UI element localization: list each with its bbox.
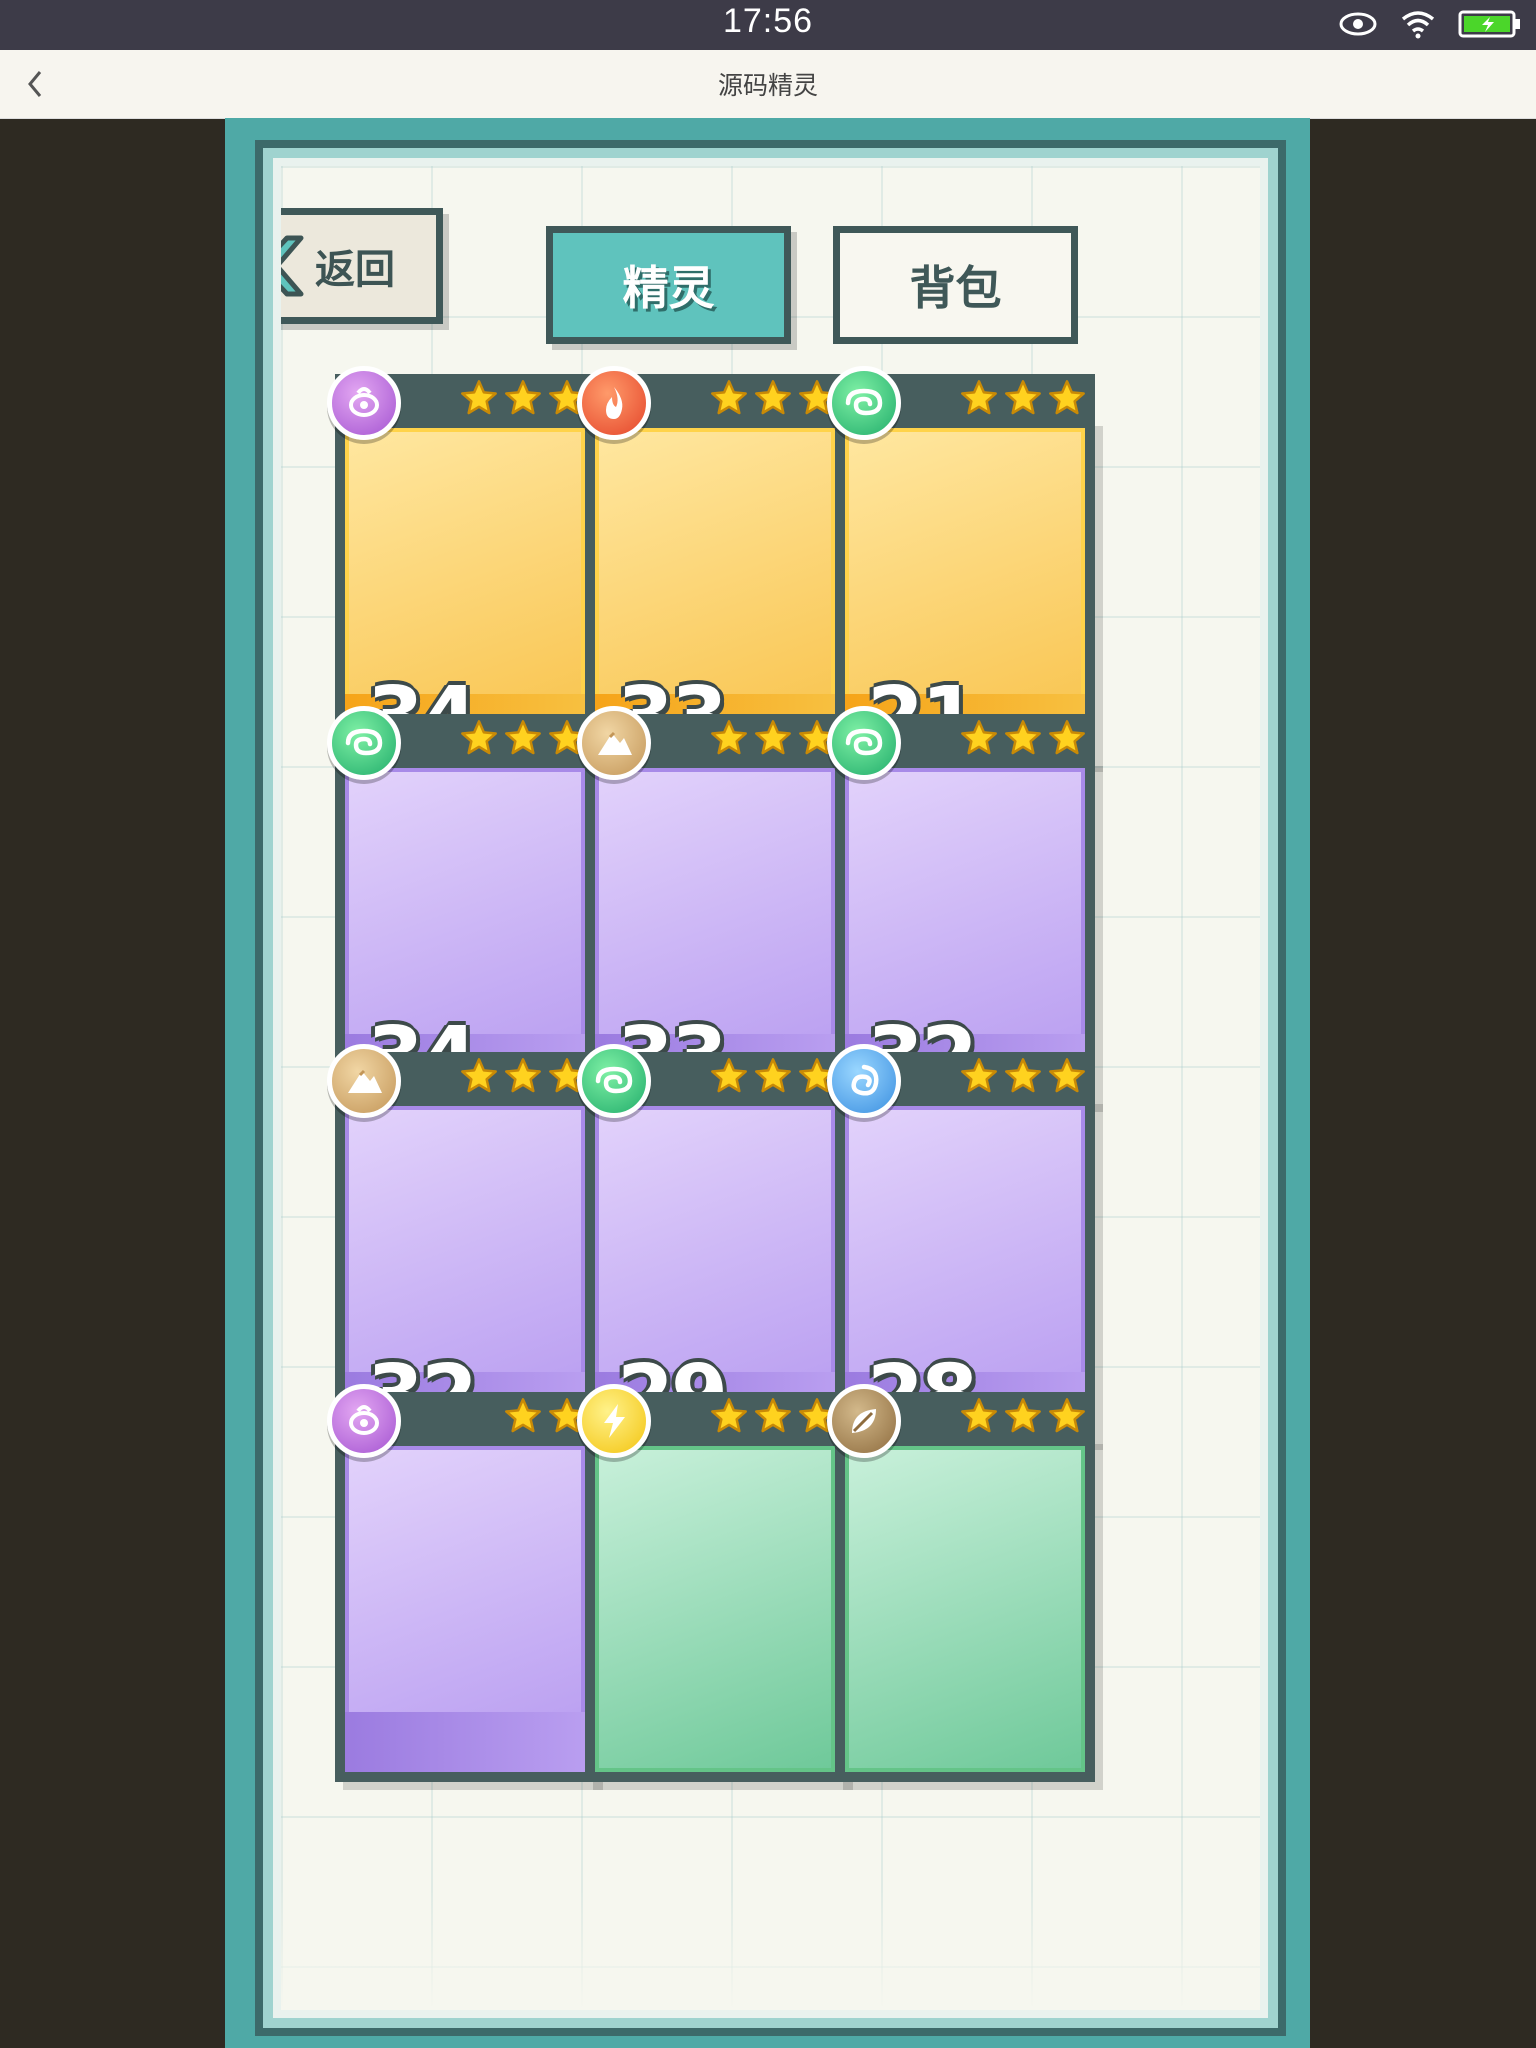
star-icon (1047, 718, 1089, 760)
sprite-card[interactable] (577, 1384, 845, 1782)
ground-icon (577, 706, 651, 780)
game-back-button[interactable]: 返回 (281, 208, 443, 324)
star-icon (753, 1056, 795, 1098)
wind-icon (327, 706, 401, 780)
star-icon (1003, 1396, 1045, 1438)
star-rating (709, 1056, 839, 1098)
grass-icon (827, 1384, 901, 1458)
star-rating (959, 1396, 1089, 1438)
star-rating (709, 378, 839, 420)
back-label: 返回 (315, 247, 395, 293)
sprite-panel: 返回 精灵 背包 Lv34音速龙Lv33烈火龙Lv21星光月明雀Lv34械黄鸡L… (255, 140, 1286, 2036)
status-time: 17:56 (722, 2, 814, 40)
star-icon (753, 1396, 795, 1438)
status-bar: 17:56 (0, 0, 1536, 50)
eye-icon (1338, 9, 1378, 43)
bottom-fade (281, 1890, 1260, 2010)
status-icons (1338, 8, 1522, 44)
star-icon (459, 1056, 501, 1098)
card-info-strip (345, 1712, 585, 1772)
star-icon (1003, 1056, 1045, 1098)
wifi-icon (1400, 9, 1436, 43)
star-icon (959, 1056, 1001, 1098)
sprite-panel-inner: 返回 精灵 背包 Lv34音速龙Lv33烈火龙Lv21星光月明雀Lv34械黄鸡L… (281, 166, 1260, 2010)
psychic-icon (327, 366, 401, 440)
star-icon (709, 1056, 751, 1098)
star-rating (709, 1396, 839, 1438)
psychic-icon (327, 1384, 401, 1458)
star-icon (753, 718, 795, 760)
star-icon (959, 1396, 1001, 1438)
star-rating (459, 378, 589, 420)
star-rating (959, 378, 1089, 420)
star-icon (503, 378, 545, 420)
nav-bar: 源码精灵 (0, 50, 1536, 119)
star-rating (709, 718, 839, 760)
star-rating (959, 1056, 1089, 1098)
tab-backpack[interactable]: 背包 (833, 226, 1078, 344)
star-icon (1047, 1396, 1089, 1438)
star-icon (503, 718, 545, 760)
star-icon (503, 1396, 545, 1438)
chevron-left-icon (281, 235, 304, 297)
star-icon (1003, 378, 1045, 420)
wind-icon (827, 706, 901, 780)
tab-sprites[interactable]: 精灵 (546, 226, 791, 344)
star-icon (1047, 1056, 1089, 1098)
star-rating (959, 718, 1089, 760)
star-icon (459, 378, 501, 420)
water-icon (827, 1044, 901, 1118)
wind-icon (577, 1044, 651, 1118)
star-icon (709, 378, 751, 420)
sprite-card[interactable] (327, 1384, 595, 1782)
game-view: 返回 精灵 背包 Lv34音速龙Lv33烈火龙Lv21星光月明雀Lv34械黄鸡L… (225, 118, 1310, 2048)
star-icon (1047, 378, 1089, 420)
page-title: 源码精灵 (717, 71, 818, 100)
star-rating (459, 718, 589, 760)
electric-icon (577, 1384, 651, 1458)
star-icon (753, 378, 795, 420)
fire-icon (577, 366, 651, 440)
star-icon (959, 718, 1001, 760)
battery-charging-icon (1458, 9, 1522, 43)
wind-icon (827, 366, 901, 440)
star-icon (709, 718, 751, 760)
card-info-strip (845, 1712, 1085, 1772)
star-icon (959, 378, 1001, 420)
star-icon (459, 718, 501, 760)
ground-icon (327, 1044, 401, 1118)
card-info-strip (595, 1712, 835, 1772)
star-icon (503, 1056, 545, 1098)
star-rating (459, 1056, 589, 1098)
sprite-card[interactable] (827, 1384, 1095, 1782)
star-icon (1003, 718, 1045, 760)
star-icon (709, 1396, 751, 1438)
